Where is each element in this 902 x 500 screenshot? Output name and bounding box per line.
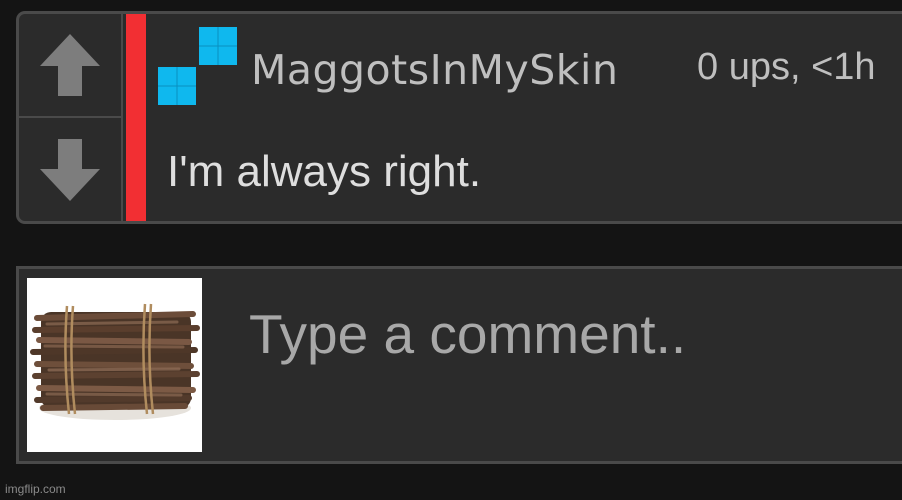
upvote-button[interactable] [19, 14, 121, 118]
comment-input[interactable] [239, 289, 899, 379]
watermark: imgflip.com [5, 482, 66, 496]
comment-username[interactable]: MaggotsInMySkin [251, 46, 618, 94]
comment-meta: 0 ups, <1h [697, 46, 876, 88]
arrow-down-icon [40, 138, 100, 201]
rank-bar [126, 14, 146, 221]
pixel-blocks-icon[interactable] [158, 27, 238, 105]
comment-card: MaggotsInMySkin 0 ups, <1h I'm always ri… [16, 11, 902, 224]
page: MaggotsInMySkin 0 ups, <1h I'm always ri… [0, 0, 902, 500]
vote-column [19, 14, 123, 221]
bundle-of-sticks-image [27, 278, 202, 452]
arrow-up-icon [40, 34, 100, 96]
comment-text: I'm always right. [167, 147, 482, 196]
downvote-button[interactable] [19, 118, 121, 221]
user-avatar[interactable] [27, 278, 202, 452]
compose-card [16, 266, 902, 464]
